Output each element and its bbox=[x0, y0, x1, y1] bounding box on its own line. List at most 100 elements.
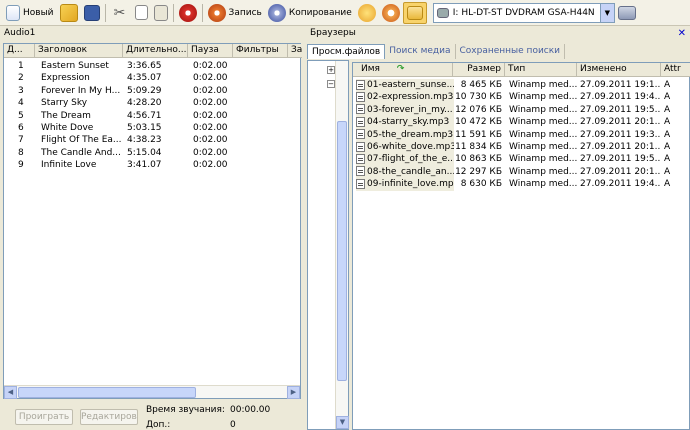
col-pause[interactable]: Пауза bbox=[188, 44, 233, 58]
file-type: Winamp med... bbox=[509, 117, 577, 128]
tree-scroll-thumb[interactable] bbox=[337, 121, 347, 381]
track-row[interactable]: 6 White Dove 5:03.15 0:02.00 bbox=[4, 122, 300, 134]
chevron-down-icon[interactable]: ▼ bbox=[599, 3, 614, 22]
record-button[interactable]: Запись bbox=[205, 2, 265, 24]
track-pause: 0:02.00 bbox=[193, 110, 228, 121]
track-list-hscrollbar[interactable]: ◀ ▶ bbox=[4, 385, 300, 399]
file-row[interactable]: 03-forever_in_my... 12 076 КБ Winamp med..… bbox=[353, 103, 690, 117]
file-row[interactable]: 06-white_dove.mp3 11 834 КБ Winamp med... 2… bbox=[353, 141, 690, 154]
track-title: Flight Of The Ea... bbox=[41, 135, 122, 146]
track-row[interactable]: 2 Expression 4:35.07 0:02.00 bbox=[4, 72, 300, 84]
col-number[interactable]: Д... bbox=[4, 44, 35, 58]
file-attr: A bbox=[664, 142, 671, 152]
file-size: 10 472 КБ bbox=[455, 117, 502, 128]
scroll-thumb[interactable] bbox=[18, 387, 196, 398]
audio-file-icon bbox=[356, 104, 365, 115]
track-pause: 0:02.00 bbox=[193, 147, 228, 158]
tools-button[interactable] bbox=[355, 2, 379, 24]
col-title[interactable]: Заголовок bbox=[35, 44, 123, 58]
eject-button[interactable] bbox=[615, 2, 639, 24]
file-row[interactable]: 01-eastern_sunse... 8 465 КБ Winamp med...… bbox=[353, 79, 690, 92]
tree-vscrollbar[interactable]: ▼ bbox=[335, 61, 349, 429]
scroll-left-icon[interactable]: ◀ bbox=[4, 386, 17, 399]
tab-media-search[interactable]: Поиск медиа bbox=[385, 44, 456, 59]
col-attr[interactable]: Attr bbox=[661, 63, 690, 77]
right-pane-header: Браузеры ✕ bbox=[306, 28, 690, 42]
file-name-cell: 08-the_candle_an... bbox=[356, 165, 454, 179]
file-name-cell: 02-expression.mp3 bbox=[356, 91, 454, 104]
toolbar-separator bbox=[104, 3, 106, 22]
col-type[interactable]: Тип bbox=[505, 63, 577, 77]
copy-disc-button[interactable]: Копирование bbox=[265, 2, 355, 24]
audio-file-icon bbox=[356, 178, 365, 189]
file-name: 04-starry_sky.mp3 bbox=[367, 117, 450, 128]
file-size: 11 591 КБ bbox=[455, 129, 502, 140]
file-modified: 27.09.2011 20:1... bbox=[580, 117, 660, 128]
toolbar-separator bbox=[201, 3, 203, 22]
file-row[interactable]: 04-starry_sky.mp3 10 472 КБ Winamp med... 2… bbox=[353, 116, 690, 129]
drive-select[interactable]: I: HL-DT-ST DVDRAM GSA-H44N ▼ bbox=[432, 2, 615, 23]
audio-file-icon bbox=[356, 116, 365, 127]
copy-button[interactable] bbox=[132, 2, 151, 24]
cut-button[interactable]: ✂ bbox=[108, 2, 132, 24]
paste-button[interactable] bbox=[151, 2, 171, 24]
col-extra[interactable]: За bbox=[288, 44, 302, 58]
file-row[interactable]: 02-expression.mp3 10 730 КБ Winamp med... 2… bbox=[353, 91, 690, 104]
scroll-down-icon[interactable]: ▼ bbox=[336, 416, 349, 429]
col-filters[interactable]: Фильтры bbox=[233, 44, 288, 58]
track-row[interactable]: 4 Starry Sky 4:28.20 0:02.00 bbox=[4, 97, 300, 109]
col-name[interactable]: Имя ↷ bbox=[353, 63, 453, 77]
browse-folder-button[interactable] bbox=[402, 1, 427, 24]
main-toolbar: Новый ✂ Запись Копирование I: HL-DT-ST D… bbox=[0, 0, 690, 26]
track-row[interactable]: 8 The Candle And... 5:15.04 0:02.00 bbox=[4, 147, 300, 159]
scroll-right-icon[interactable]: ▶ bbox=[287, 386, 300, 399]
track-n: 5 bbox=[18, 110, 24, 121]
expand-icon[interactable]: + bbox=[327, 66, 335, 74]
track-n: 3 bbox=[18, 85, 24, 96]
file-attr: A bbox=[664, 104, 671, 115]
edit-button[interactable]: Редактировать bbox=[80, 409, 138, 425]
track-row[interactable]: 9 Infinite Love 3:41.07 0:02.00 bbox=[4, 159, 300, 171]
file-size: 11 834 КБ bbox=[455, 142, 502, 152]
save-button[interactable] bbox=[81, 2, 103, 24]
file-type: Winamp med... bbox=[509, 80, 577, 90]
track-row[interactable]: 1 Eastern Sunset 3:36.65 0:02.00 bbox=[4, 60, 300, 72]
file-type: Winamp med... bbox=[509, 166, 577, 177]
track-row[interactable]: 7 Flight Of The Ea... 4:38.23 0:02.00 bbox=[4, 134, 300, 146]
track-row[interactable]: 5 The Dream 4:56.71 0:02.00 bbox=[4, 110, 300, 122]
file-size: 12 076 КБ bbox=[455, 104, 502, 115]
erase-button[interactable] bbox=[176, 2, 200, 24]
file-row[interactable]: 09-infinite_love.mp3 8 630 КБ Winamp med..… bbox=[353, 178, 690, 191]
col-size[interactable]: Размер bbox=[453, 63, 505, 77]
track-row[interactable]: 3 Forever In My H... 5:09.29 0:02.00 bbox=[4, 85, 300, 97]
file-type: Winamp med... bbox=[509, 129, 577, 140]
file-type: Winamp med... bbox=[509, 104, 577, 115]
track-duration: 4:38.23 bbox=[127, 135, 162, 146]
file-row[interactable]: 07-flight_of_the_e... 10 863 КБ Winamp med… bbox=[353, 153, 690, 166]
play-button[interactable]: Проиграть bbox=[15, 409, 73, 425]
tab-file-browser[interactable]: Просм.файлов bbox=[307, 44, 386, 59]
file-attr: A bbox=[664, 92, 671, 103]
time-value: 00:00.00 bbox=[230, 405, 271, 415]
file-name-cell: 03-forever_in_my... bbox=[356, 103, 454, 117]
file-row[interactable]: 05-the_dream.mp3 11 591 КБ Winamp med... 27… bbox=[353, 128, 690, 141]
new-button[interactable]: Новый bbox=[3, 2, 57, 24]
tab-saved-searches[interactable]: Сохраненные поиски bbox=[456, 44, 566, 59]
track-pause: 0:02.00 bbox=[193, 160, 228, 171]
open-button[interactable] bbox=[57, 2, 81, 24]
file-row[interactable]: 08-the_candle_an... 12 297 КБ Winamp med..… bbox=[353, 165, 690, 179]
col-modified[interactable]: Изменено bbox=[577, 63, 661, 77]
copy-icon bbox=[134, 5, 148, 20]
file-modified: 27.09.2011 20:1... bbox=[580, 166, 660, 177]
col-duration[interactable]: Длительно... bbox=[123, 44, 188, 58]
sort-arrow-icon: ↷ bbox=[396, 64, 405, 74]
file-name-cell: 05-the_dream.mp3 bbox=[356, 128, 454, 141]
info-button[interactable] bbox=[379, 2, 403, 24]
file-type: Winamp med... bbox=[509, 179, 577, 190]
track-duration: 4:28.20 bbox=[127, 98, 162, 109]
close-icon[interactable]: ✕ bbox=[678, 28, 686, 39]
file-list-panel: Имя ↷ Размер Тип Изменено Attr 01-easter… bbox=[352, 62, 690, 430]
new-button-label: Новый bbox=[23, 7, 54, 18]
collapse-icon[interactable]: − bbox=[327, 80, 335, 88]
copy-disc-button-label: Копирование bbox=[288, 7, 352, 18]
